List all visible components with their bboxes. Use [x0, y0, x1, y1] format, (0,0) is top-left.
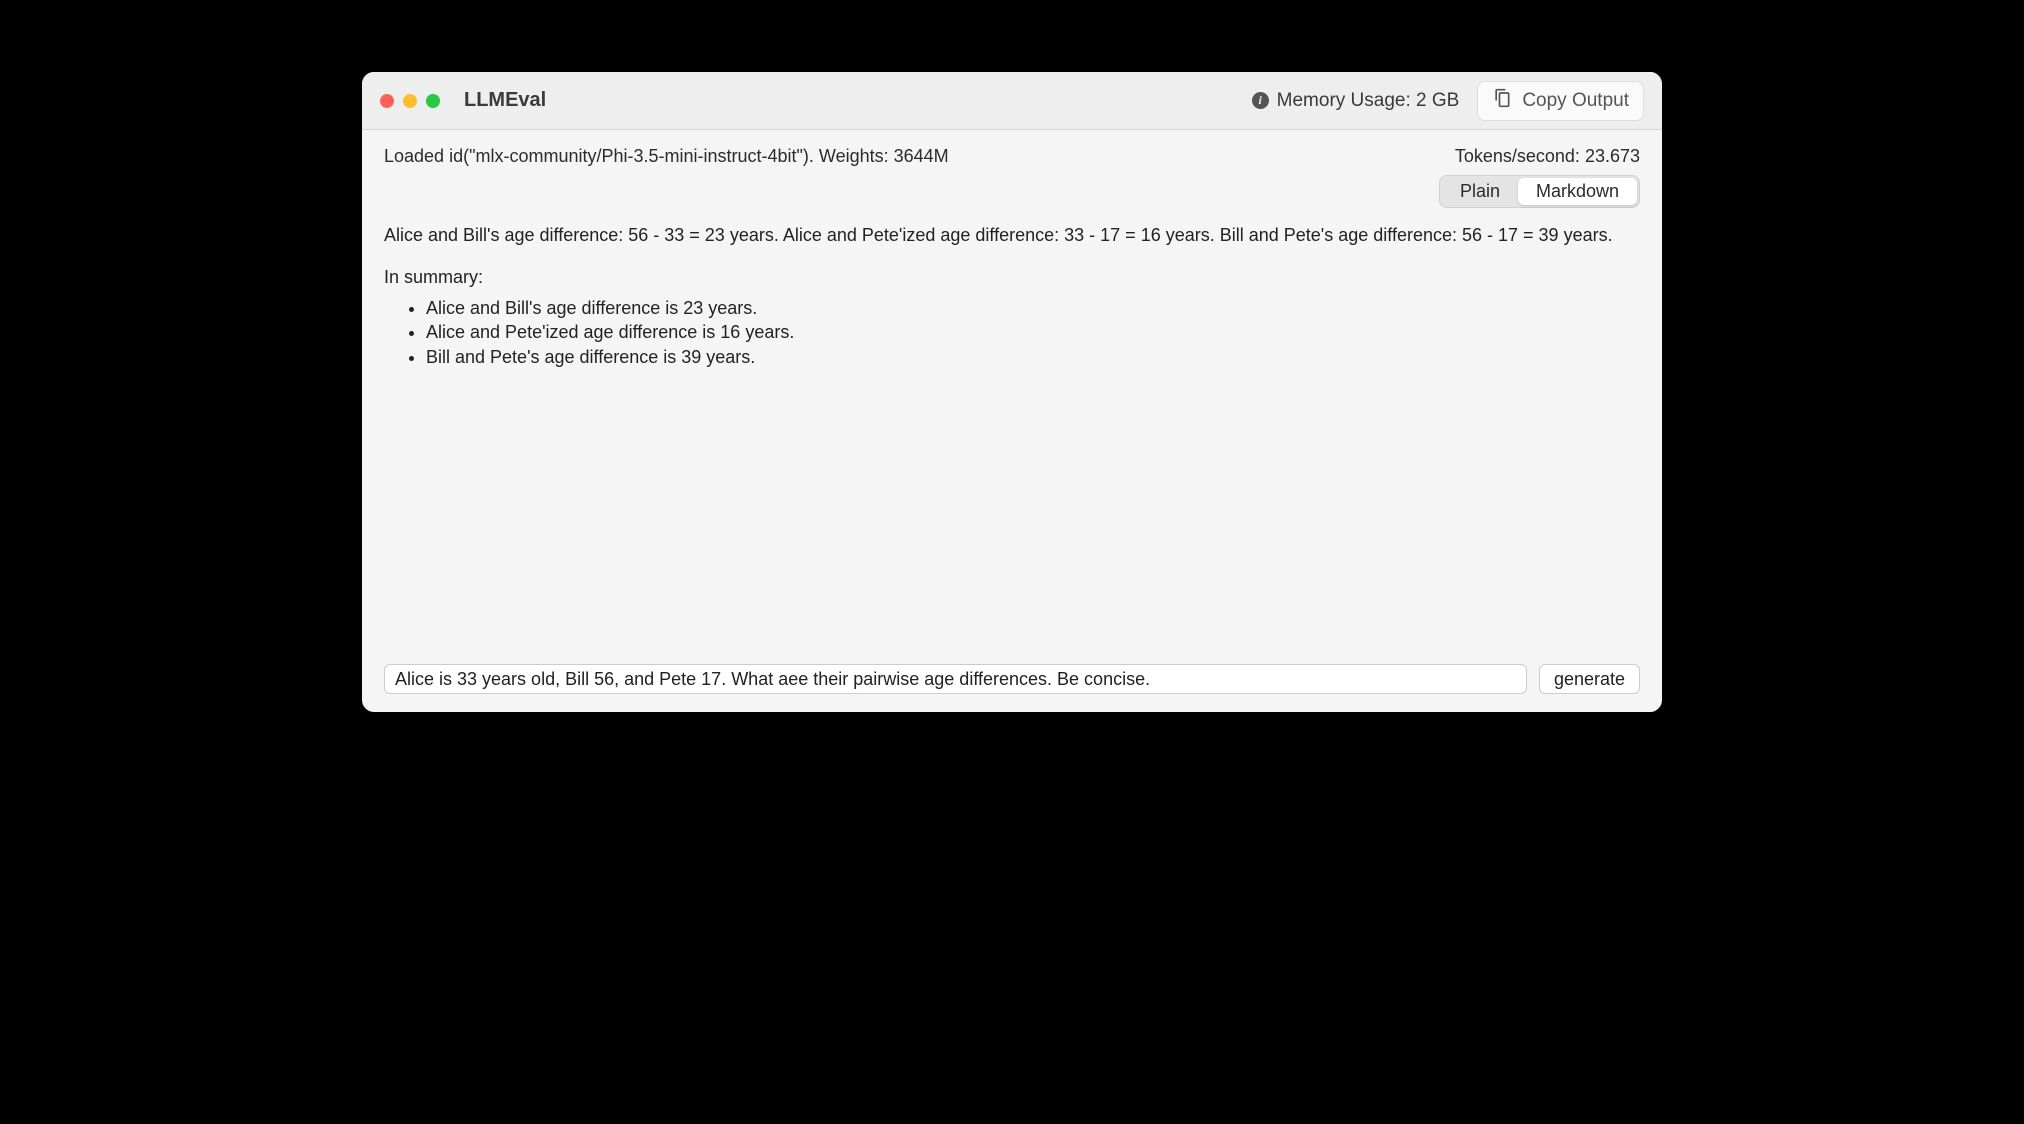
- input-row: generate: [362, 654, 1662, 712]
- info-icon: i: [1252, 92, 1269, 109]
- output-summary-label: In summary:: [384, 264, 1640, 290]
- titlebar-right: i Memory Usage: 2 GB Copy Output: [1252, 81, 1644, 121]
- copy-output-label: Copy Output: [1522, 90, 1629, 112]
- close-window-button[interactable]: [380, 94, 394, 108]
- output-list: Alice and Bill's age difference is 23 ye…: [384, 296, 1640, 369]
- list-item: Bill and Pete's age difference is 39 yea…: [426, 345, 1640, 369]
- clipboard-icon: [1492, 88, 1512, 114]
- memory-usage-label: Memory Usage: 2 GB: [1277, 90, 1460, 112]
- memory-usage: i Memory Usage: 2 GB: [1252, 90, 1460, 112]
- app-window: LLMEval i Memory Usage: 2 GB Copy Output…: [362, 72, 1662, 712]
- tokens-per-second: Tokens/second: 23.673: [1455, 146, 1640, 167]
- status-row: Loaded id("mlx-community/Phi-3.5-mini-in…: [362, 130, 1662, 171]
- tab-markdown[interactable]: Markdown: [1518, 178, 1637, 205]
- traffic-lights: [380, 94, 440, 108]
- copy-output-button[interactable]: Copy Output: [1477, 81, 1644, 121]
- generate-button[interactable]: generate: [1539, 664, 1640, 694]
- app-title: LLMEval: [464, 89, 546, 112]
- output-paragraph: Alice and Bill's age difference: 56 - 33…: [384, 222, 1640, 248]
- list-item: Alice and Pete'ized age difference is 16…: [426, 320, 1640, 344]
- minimize-window-button[interactable]: [403, 94, 417, 108]
- view-mode-segmented: Plain Markdown: [1439, 175, 1640, 208]
- loaded-model-text: Loaded id("mlx-community/Phi-3.5-mini-in…: [384, 146, 949, 167]
- fullscreen-window-button[interactable]: [426, 94, 440, 108]
- list-item: Alice and Bill's age difference is 23 ye…: [426, 296, 1640, 320]
- output-area: Alice and Bill's age difference: 56 - 33…: [362, 214, 1662, 654]
- titlebar: LLMEval i Memory Usage: 2 GB Copy Output: [362, 72, 1662, 130]
- tab-plain[interactable]: Plain: [1442, 178, 1518, 205]
- view-mode-row: Plain Markdown: [362, 171, 1662, 214]
- prompt-input[interactable]: [384, 664, 1527, 694]
